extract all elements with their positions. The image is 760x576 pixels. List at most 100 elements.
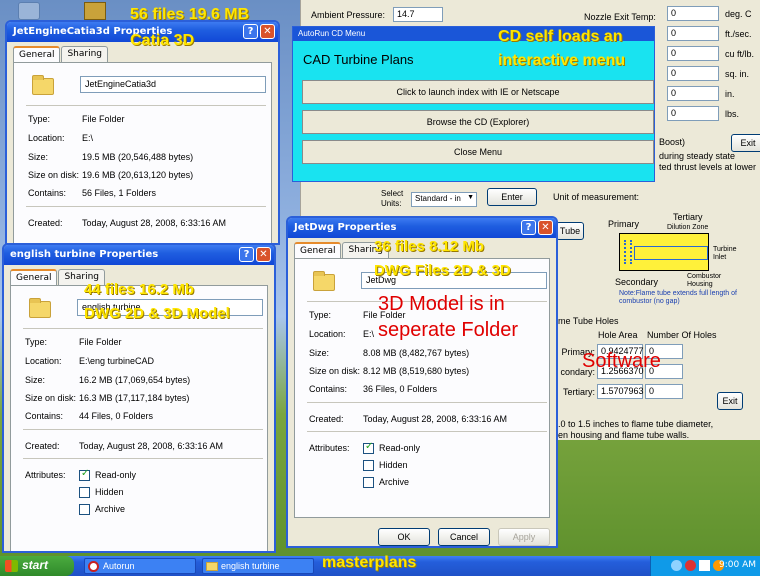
units-select-value: Standard - in <box>415 194 461 203</box>
calc-unit-label: sq. in. <box>725 69 750 79</box>
ok-button[interactable]: OK <box>378 528 430 546</box>
size-label: Size: <box>309 348 330 358</box>
folder-name-field[interactable]: JetEngineCatia3d <box>80 76 266 93</box>
thrust-levels-text: ted thrust levels at lower <box>659 162 757 172</box>
combustor-diagram <box>619 233 709 271</box>
diagram-tertiary-label: Tertiary <box>673 212 703 222</box>
enter-button[interactable]: Enter <box>487 188 537 206</box>
units-select[interactable]: Standard - in ▼ <box>411 192 477 207</box>
size-on-disk-label: Size on disk: <box>25 393 77 403</box>
divider <box>26 206 266 207</box>
archive-label: Archive <box>95 504 126 514</box>
dwg-annotation-1: 36 files 8.12 Mb <box>374 238 485 255</box>
close-icon[interactable]: ✕ <box>538 220 553 235</box>
tab-general[interactable]: General <box>10 269 58 285</box>
hidden-label: Hidden <box>95 487 124 497</box>
calc-value-input[interactable]: 0 <box>667 46 719 61</box>
flame-tube-holes-graphic <box>624 240 632 264</box>
size-on-disk-label: Size on disk: <box>28 170 80 180</box>
steady-state-text: during steady state <box>659 151 736 161</box>
created-label: Created: <box>28 218 63 228</box>
software-annotation: Software <box>582 350 661 372</box>
calc-unit-label: deg. C <box>725 9 752 19</box>
tab-sharing[interactable]: Sharing <box>61 46 109 62</box>
close-menu-button[interactable]: Close Menu <box>302 140 654 164</box>
contains-value: 36 Files, 0 Folders <box>363 384 438 394</box>
archive-checkbox[interactable] <box>363 477 374 488</box>
calc-value-input[interactable]: 0 <box>667 86 719 101</box>
unit-of-measurement-label: Unit of measurement: <box>553 192 640 202</box>
number-of-holes-header: Number Of Holes <box>647 330 717 340</box>
hole-count-input[interactable]: 0 <box>645 384 683 399</box>
type-label: Type: <box>309 310 332 320</box>
catia-properties-window: JetEngineCatia3d Properties ? ✕ General … <box>5 20 280 245</box>
recycle-bin-icon[interactable] <box>18 2 40 20</box>
model-annotation-2: seperate Folder <box>378 319 519 341</box>
ambient-pressure-input[interactable]: 14.7 <box>393 7 443 22</box>
close-icon[interactable]: ✕ <box>260 24 275 39</box>
type-value: File Folder <box>79 337 122 347</box>
read-only-checkbox[interactable] <box>79 468 90 481</box>
folder-icon <box>206 562 218 571</box>
folder-icon <box>29 298 51 318</box>
taskbar-item-autorun[interactable]: Autorun <box>84 558 196 574</box>
help-icon[interactable]: ? <box>243 24 258 39</box>
calc-value-input[interactable]: 0 <box>667 26 719 41</box>
diagram-dilution-label: Dilution Zone <box>667 224 709 231</box>
app-icon[interactable] <box>84 2 106 20</box>
catia-annotation-1: 56 files 19.6 MB <box>130 6 250 23</box>
english-annotation-1: 44 files 16.2 Mb <box>84 281 195 298</box>
read-only-label: Read-only <box>379 443 421 453</box>
close-icon[interactable]: ✕ <box>256 247 271 262</box>
exit-button[interactable]: Exit <box>731 134 760 152</box>
location-label: Location: <box>309 329 346 339</box>
launch-index-button[interactable]: Click to launch index with IE or Netscap… <box>302 80 654 104</box>
chevron-down-icon: ▼ <box>467 194 474 201</box>
calc-value-input[interactable]: 0 <box>667 66 719 81</box>
calc-unit-label: cu ft/lb. <box>725 49 755 59</box>
help-icon[interactable]: ? <box>521 220 536 235</box>
location-value: E:\eng turbineCAD <box>79 356 155 366</box>
contains-label: Contains: <box>25 411 64 421</box>
diagram-turbine-inlet-label: Turbine Inlet <box>713 246 737 261</box>
autorun-title: AutoRun CD Menu <box>298 29 366 38</box>
autorun-icon <box>88 561 99 572</box>
location-value: E:\ <box>82 133 94 143</box>
location-label: Location: <box>28 133 65 143</box>
contains-label: Contains: <box>309 384 348 394</box>
hidden-checkbox[interactable] <box>363 460 374 471</box>
type-label: Type: <box>25 337 48 347</box>
start-button[interactable]: start <box>0 556 74 576</box>
taskbar-item-english-turbine[interactable]: english turbine <box>202 558 314 574</box>
cancel-button[interactable]: Cancel <box>438 528 490 546</box>
flame-tube-line <box>634 246 708 260</box>
contains-value: 56 Files, 1 Folders <box>82 188 157 198</box>
apply-button[interactable]: Apply <box>498 528 550 546</box>
calc-unit-label: ft./sec. <box>725 29 752 39</box>
tab-general[interactable]: General <box>13 46 61 62</box>
hole-area-input[interactable]: 1.5707963 <box>597 384 644 399</box>
masterplans-annotation: masterplans <box>322 554 417 571</box>
size-on-disk-value: 19.6 MB (20,613,120 bytes) <box>82 170 194 180</box>
hole-area-header: Hole Area <box>598 330 638 340</box>
read-only-checkbox[interactable] <box>363 441 374 454</box>
tube-button[interactable]: Tube <box>556 222 584 240</box>
start-label: start <box>22 558 49 572</box>
calc-value-input[interactable]: 0 <box>667 6 719 21</box>
tray-icon-3[interactable] <box>699 560 710 571</box>
archive-checkbox[interactable] <box>79 504 90 515</box>
tray-icon-2[interactable] <box>685 560 696 571</box>
created-value: Today, August 28, 2008, 6:33:16 AM <box>79 441 223 451</box>
tab-general[interactable]: General <box>294 242 342 258</box>
divider <box>23 458 263 459</box>
exit-button-2[interactable]: Exit <box>717 392 743 410</box>
type-label: Type: <box>28 114 51 124</box>
hidden-checkbox[interactable] <box>79 487 90 498</box>
help-icon[interactable]: ? <box>239 247 254 262</box>
cd-annotation-2: interactive menu <box>498 52 626 69</box>
created-value: Today, August 28, 2008, 6:33:16 AM <box>363 414 507 424</box>
tray-icon-1[interactable] <box>671 560 682 571</box>
calc-value-input[interactable]: 0 <box>667 106 719 121</box>
browse-cd-button[interactable]: Browse the CD (Explorer) <box>302 110 654 134</box>
calc-unit-label: in. <box>725 89 735 99</box>
